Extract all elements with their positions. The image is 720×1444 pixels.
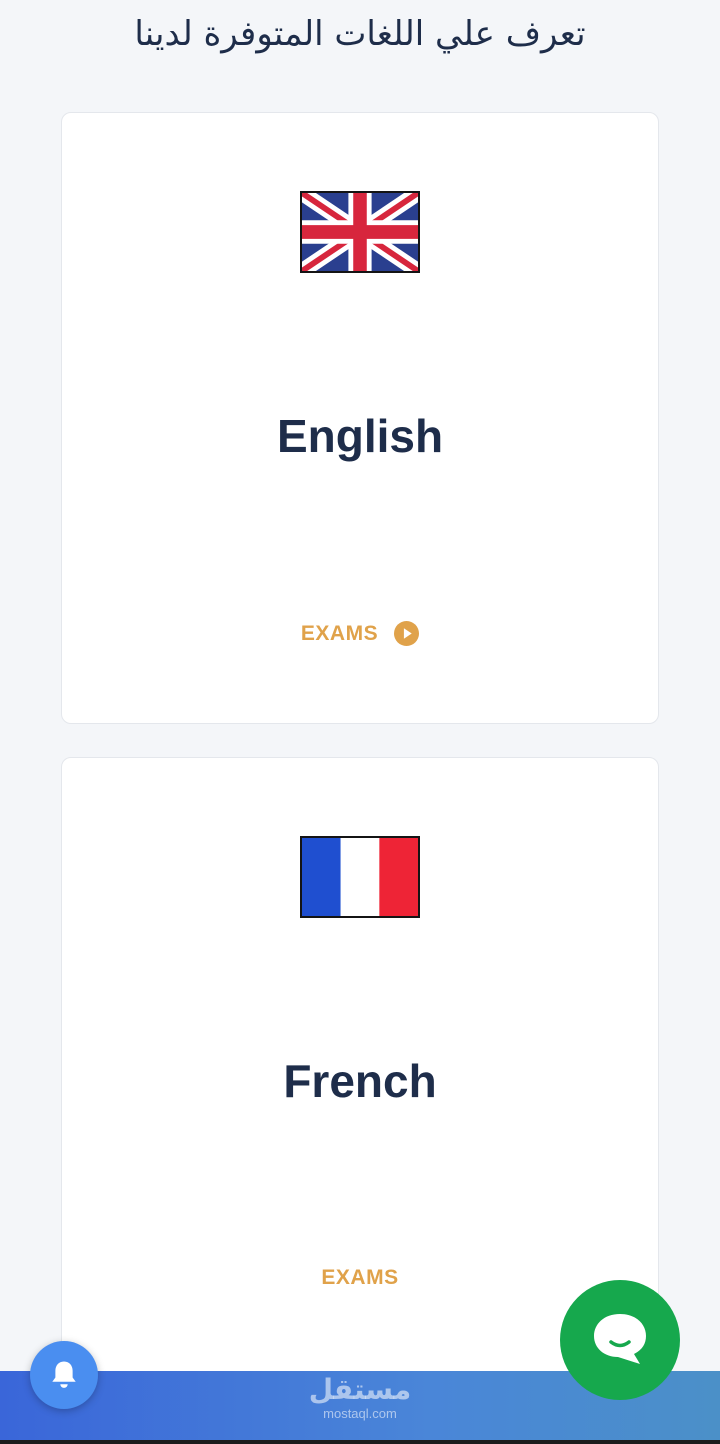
chat-button[interactable] — [560, 1280, 680, 1400]
page: تعرف علي اللغات المتوفرة لدينا English E… — [0, 0, 720, 1444]
exams-label: EXAMS — [300, 621, 379, 645]
language-name: French — [283, 1055, 437, 1107]
watermark-arabic: مستقل — [308, 1373, 412, 1406]
uk-flag-icon — [300, 191, 420, 273]
france-flag-icon — [300, 836, 420, 918]
chat-bubble-icon — [594, 1314, 646, 1364]
page-heading: تعرف علي اللغات المتوفرة لدينا — [134, 14, 586, 54]
bell-icon — [52, 1361, 76, 1388]
exams-button[interactable]: EXAMS — [62, 1266, 658, 1290]
watermark-latin: mostaql.com — [323, 1406, 397, 1421]
language-name: English — [276, 410, 444, 462]
exams-button[interactable]: EXAMS — [62, 621, 658, 646]
watermark: مستقل mostaql.com — [290, 1373, 430, 1421]
exams-label: EXAMS — [321, 1266, 399, 1289]
language-card-english[interactable]: English EXAMS — [61, 112, 659, 724]
notification-button[interactable] — [30, 1341, 98, 1409]
play-circle-icon — [394, 621, 420, 646]
